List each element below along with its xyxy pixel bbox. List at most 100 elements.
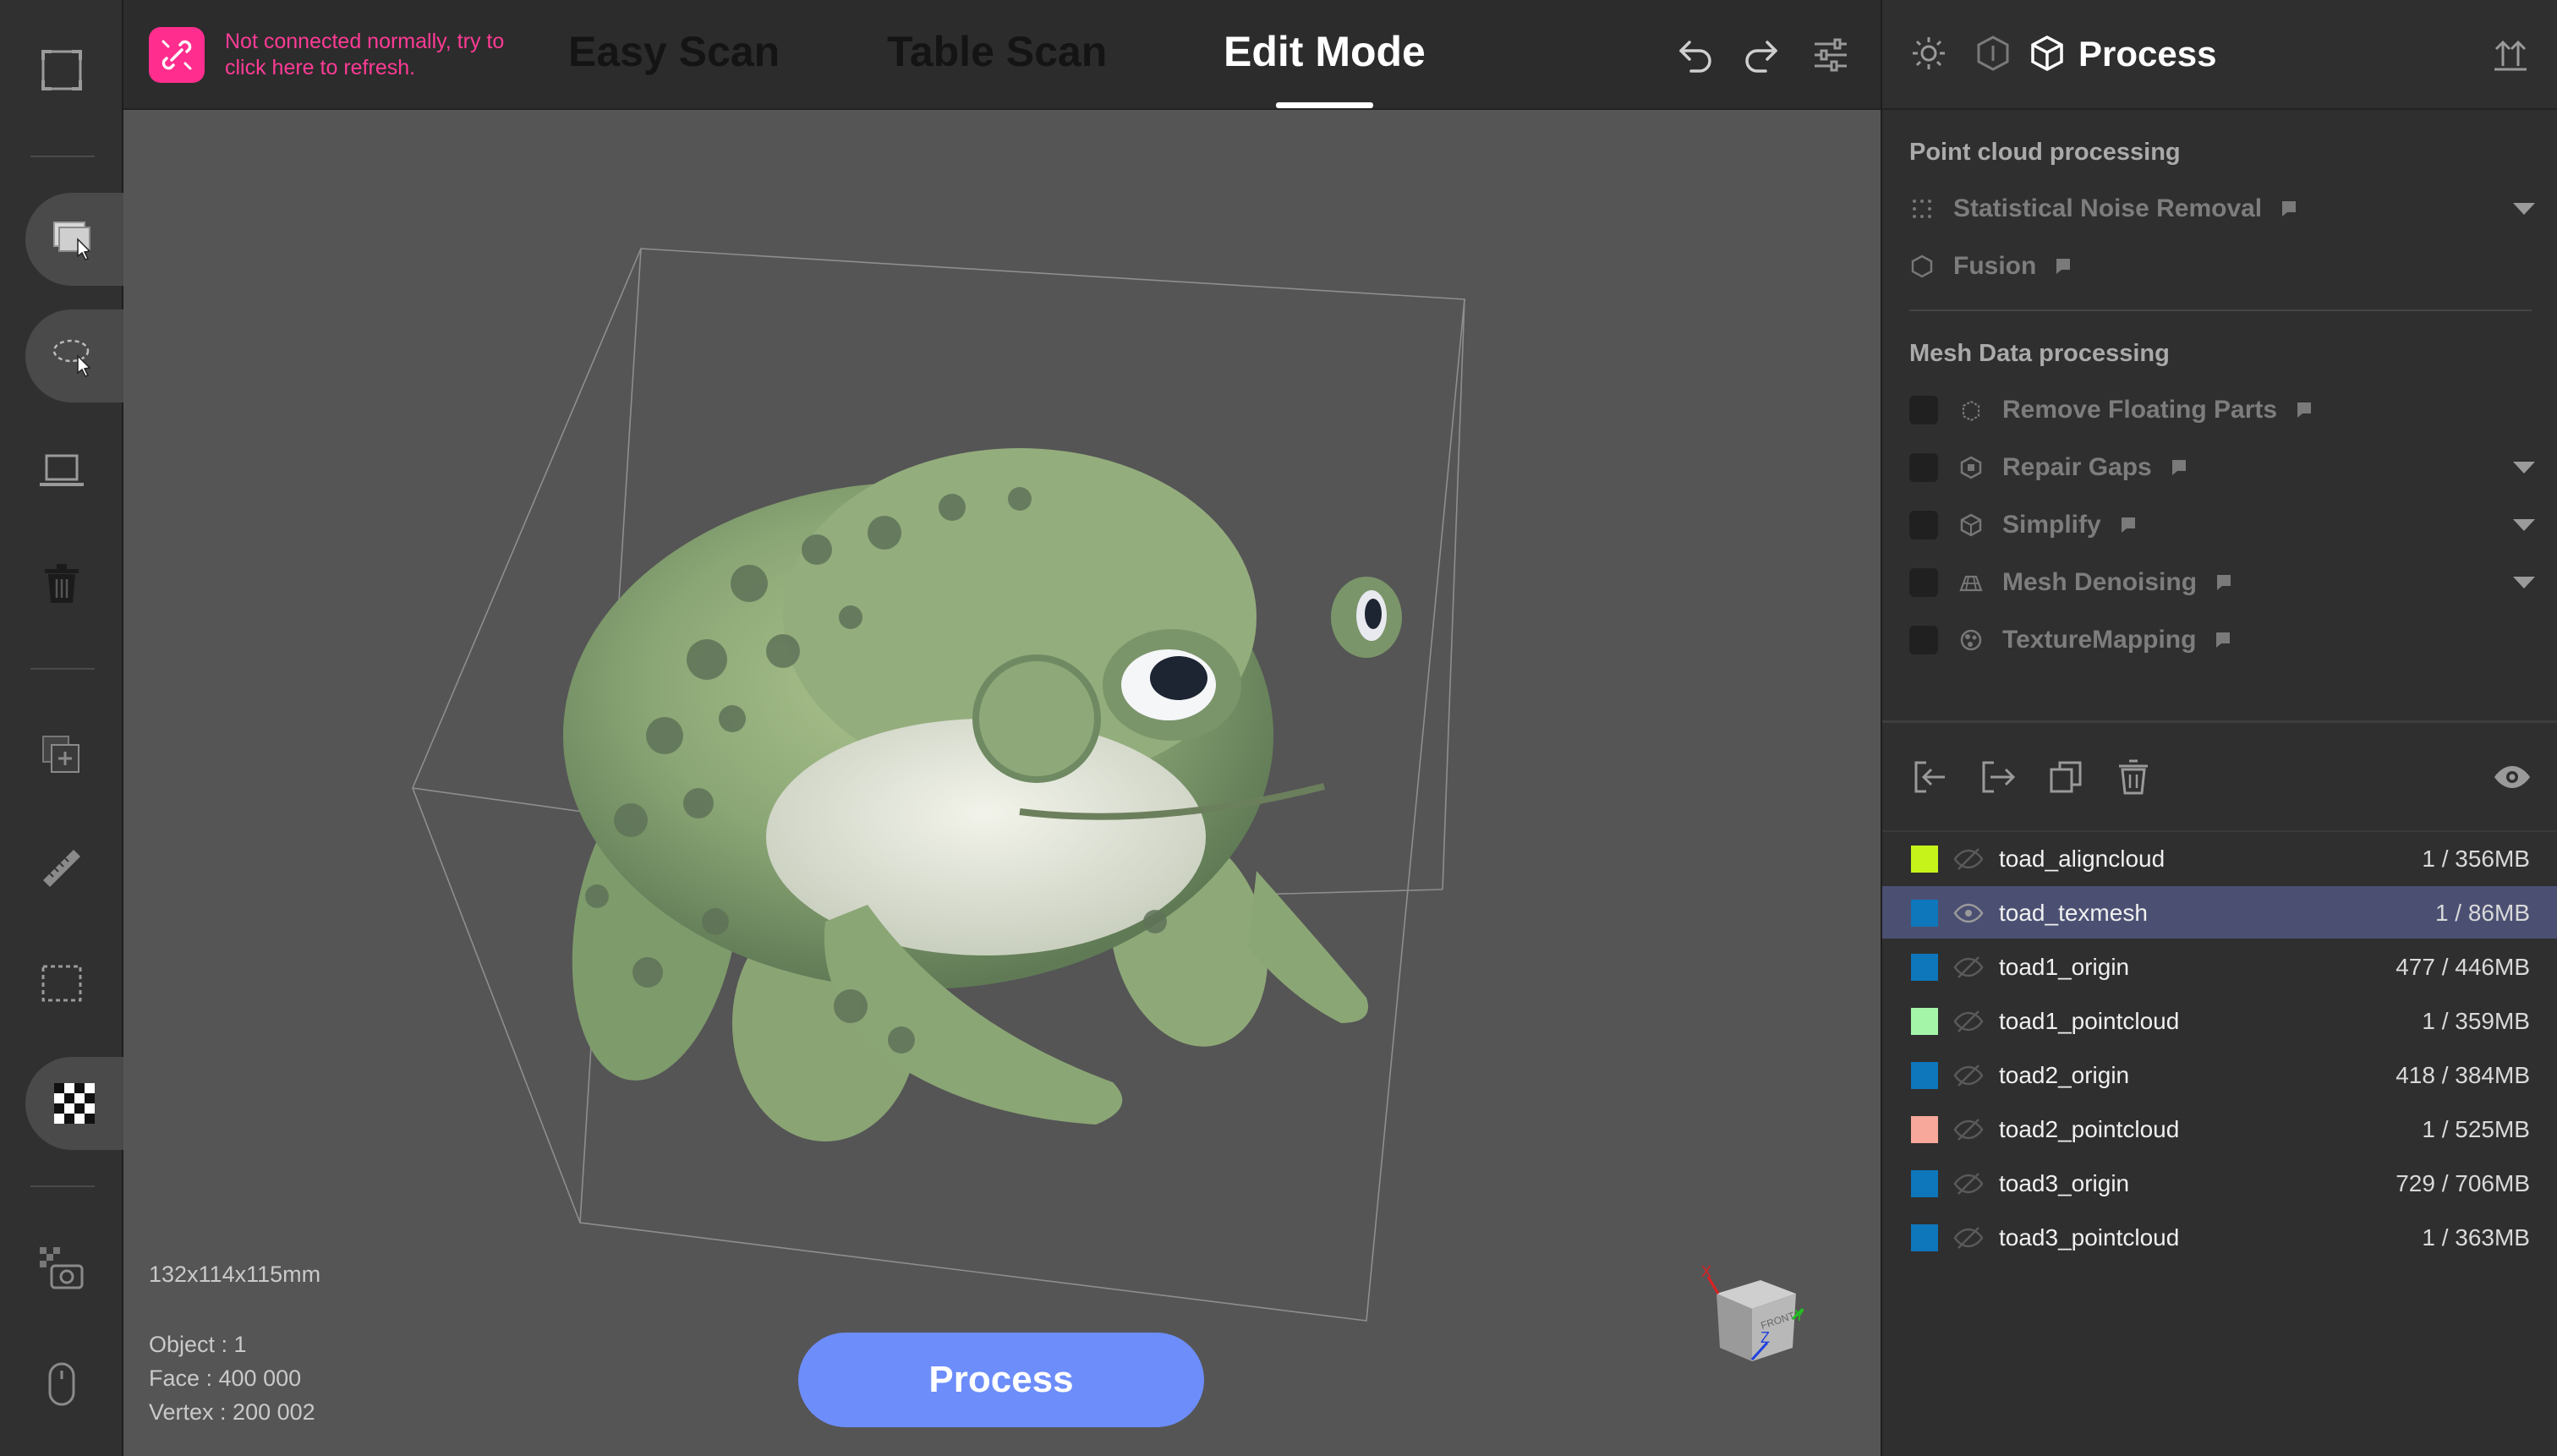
connection-warning[interactable]: Not connected normally, try to click her… [149,27,546,83]
simplify-item[interactable]: Simplify [1909,504,2535,546]
undo-icon[interactable] [1674,34,1717,76]
object-color-swatch[interactable] [1911,1062,1938,1089]
process-button[interactable]: Process [798,1333,1204,1427]
select-tool-button[interactable] [25,193,123,286]
remove-floating-parts-item[interactable]: Remove Floating Parts [1909,389,2535,431]
eye-off-icon[interactable] [1953,847,1984,871]
object-size: 1 / 359MB [2422,1008,2530,1034]
object-color-swatch[interactable] [1911,1170,1938,1197]
panel-header: Process [1882,0,2557,110]
tab-edit-mode[interactable]: Edit Mode [1224,27,1426,108]
left-toolbar [0,0,123,1456]
fusion-item[interactable]: Fusion [1909,245,2535,287]
ruler-icon [43,850,80,887]
lasso-tool-button[interactable] [25,309,123,402]
tab-table-scan[interactable]: Table Scan [887,27,1107,108]
simplify-label: Simplify [2002,511,2101,539]
crop-button[interactable] [0,937,123,1030]
tab-easy-scan[interactable]: Easy Scan [568,27,780,108]
chevron-down-icon[interactable] [2513,203,2535,215]
select-cursor-icon [53,222,91,260]
3d-viewport[interactable]: 132x114x115mm Object : 1 Face : 400 000 … [123,110,1881,1456]
redo-icon[interactable] [1740,34,1782,76]
mesh-surface-icon [1959,575,1983,592]
object-name: toad3_pointcloud [1999,1224,2180,1251]
repair-gaps-checkbox[interactable] [1909,453,1938,482]
visibility-eye-icon[interactable] [2493,758,2532,796]
object-color-swatch[interactable] [1911,954,1938,981]
eye-off-icon[interactable] [1953,1064,1984,1087]
object-count: Object : 1 [149,1332,247,1357]
object-color-swatch[interactable] [1911,1224,1938,1251]
crop-frame-icon [41,965,82,1002]
repair-gaps-item[interactable]: Repair Gaps [1909,446,2535,489]
texture-capture-button[interactable] [0,1223,123,1316]
mesh-section-title: Mesh Data processing [1909,340,2170,367]
measure-button[interactable] [0,822,123,915]
toad-model [563,448,1402,1141]
eye-off-icon[interactable] [1953,1010,1984,1033]
eye-off-icon[interactable] [1953,955,1984,979]
eye-off-icon[interactable] [1953,1172,1984,1196]
object-color-swatch[interactable] [1911,1008,1938,1035]
duplicate-icon[interactable] [2046,758,2085,796]
cube-patch-icon [1960,456,1982,479]
plane-cut-button[interactable] [0,424,123,517]
fullscreen-button[interactable] [0,24,123,117]
object-size: 1 / 363MB [2422,1224,2530,1251]
fusion-label: Fusion [1953,252,2037,280]
eye-icon[interactable] [1953,901,1984,925]
object-name: toad3_origin [1999,1170,2130,1196]
model-stats: Object : 1 Face : 400 000 Vertex : 200 0… [149,1327,315,1429]
mesh-denoising-item[interactable]: Mesh Denoising [1909,561,2535,604]
eye-off-icon[interactable] [1953,1226,1984,1250]
add-object-button[interactable] [0,709,123,802]
import-icon[interactable] [1911,758,1950,796]
light-icon[interactable] [1909,34,1948,73]
object-row[interactable]: toad3_pointcloud 1 / 363MB [1882,1211,2557,1263]
chevron-down-icon[interactable] [2513,577,2535,588]
object-row[interactable]: toad2_pointcloud 1 / 525MB [1882,1103,2557,1155]
object-row[interactable]: toad1_pointcloud 1 / 359MB [1882,994,2557,1047]
trash-icon [45,564,79,603]
texture-icon [1960,629,1982,651]
object-color-swatch[interactable] [1911,1116,1938,1143]
export-object-icon[interactable] [1979,758,2018,796]
object-color-swatch[interactable] [1911,846,1938,873]
mesh-denoising-checkbox[interactable] [1909,568,1938,597]
texture-mapping-checkbox[interactable] [1909,626,1938,654]
remove-floating-parts-checkbox[interactable] [1909,396,1938,424]
object-row[interactable]: toad_texmesh 1 / 86MB [1882,886,2557,939]
eye-off-icon[interactable] [1953,1118,1984,1141]
add-layer-icon [42,736,79,773]
simplify-checkbox[interactable] [1909,511,1938,539]
mouse-help-button[interactable] [0,1338,123,1431]
settings-sliders-icon[interactable] [1810,34,1852,76]
mouse-icon [48,1362,75,1406]
object-row[interactable]: toad2_origin 418 / 384MB [1882,1048,2557,1101]
chevron-down-icon[interactable] [2513,519,2535,531]
statistical-noise-removal-label: Statistical Noise Removal [1953,194,2263,222]
mesh-sphere-icon [1960,513,1982,537]
object-size: 729 / 706MB [2395,1170,2530,1196]
comment-icon [2121,517,2135,533]
export-icon[interactable] [2491,34,2530,73]
fullscreen-icon [41,50,82,90]
object-name: toad2_pointcloud [1999,1116,2180,1142]
lasso-select-icon [52,339,91,377]
connection-message[interactable]: Not connected normally, try to click her… [225,29,546,81]
object-row[interactable]: toad_aligncloud 1 / 356MB [1882,832,2557,884]
model-info-icon[interactable] [1974,34,2012,73]
process-cube-icon[interactable] [2028,34,2067,73]
chevron-down-icon[interactable] [2513,462,2535,473]
statistical-noise-removal-item[interactable]: Statistical Noise Removal [1909,188,2535,230]
object-row[interactable]: toad1_origin 477 / 446MB [1882,940,2557,993]
delete-tool-button[interactable] [0,538,123,631]
object-row[interactable]: toad3_origin 729 / 706MB [1882,1157,2557,1209]
texture-mapping-item[interactable]: TextureMapping [1909,619,2535,661]
texture-toggle-button[interactable] [25,1057,123,1150]
orientation-cube-icon[interactable]: FRONT X Y Z [1696,1260,1815,1378]
object-color-swatch[interactable] [1911,900,1938,927]
object-size: 1 / 86MB [2434,900,2530,926]
delete-object-icon[interactable] [2114,758,2153,796]
